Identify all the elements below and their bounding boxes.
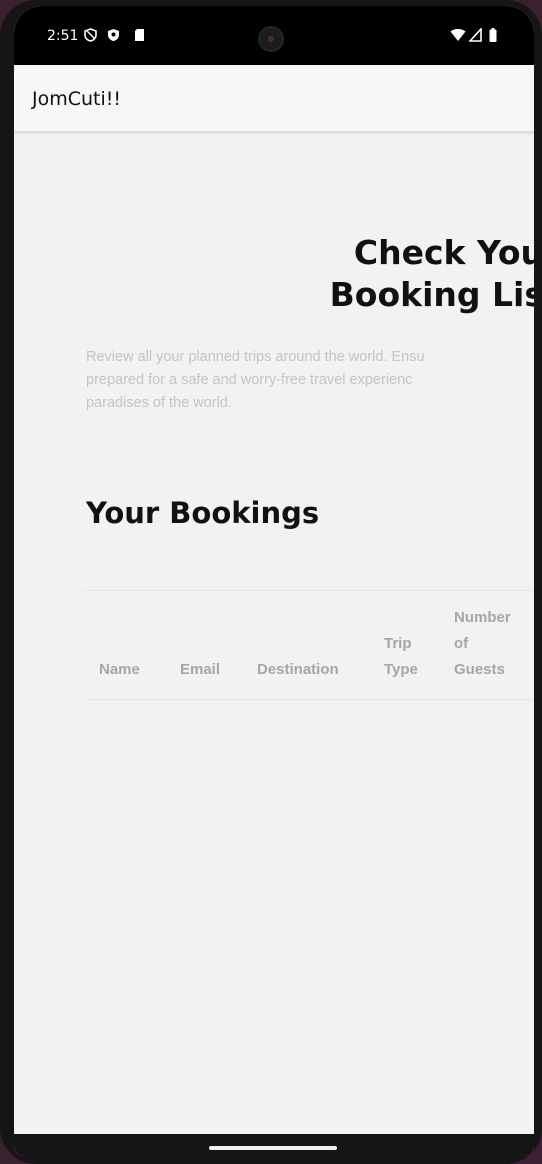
status-bar: 2:51 [14,6,534,65]
app-bar: JomCuti!! [14,65,534,131]
column-header-destination: Destination [257,661,339,678]
home-indicator[interactable] [209,1146,337,1150]
screen: 2:51 JomCuti!! Check You Booking Lis Rev… [14,6,534,1156]
wifi-icon [450,28,466,45]
status-time: 2:51 [47,28,79,44]
vpn-shield-icon [84,28,97,45]
signal-icon [468,26,482,45]
hero-description: Review all your planned trips around the… [86,349,425,411]
security-shield-icon [107,28,120,45]
column-header-trip-type: Trip Type [384,635,418,678]
hero-title: Check You Booking Lis [214,232,534,316]
hero-title-line-2: Booking Lis [329,275,534,314]
hero-title-line-1: Check You [353,233,534,272]
bookings-table-header: Name Email Destination Trip Type Number … [84,590,534,700]
phone-frame: 2:51 JomCuti!! Check You Booking Lis Rev… [0,0,542,1164]
app-title: JomCuti!! [32,88,122,110]
column-header-number-of-guests: Number of Guests [454,609,511,678]
sd-card-icon [134,28,145,45]
battery-icon [489,28,497,45]
bookings-section-title: Your Bookings [86,496,320,530]
front-camera [258,26,284,52]
column-header-name: Name [99,661,140,678]
column-header-email: Email [180,661,221,678]
navigation-bar [14,1134,534,1156]
